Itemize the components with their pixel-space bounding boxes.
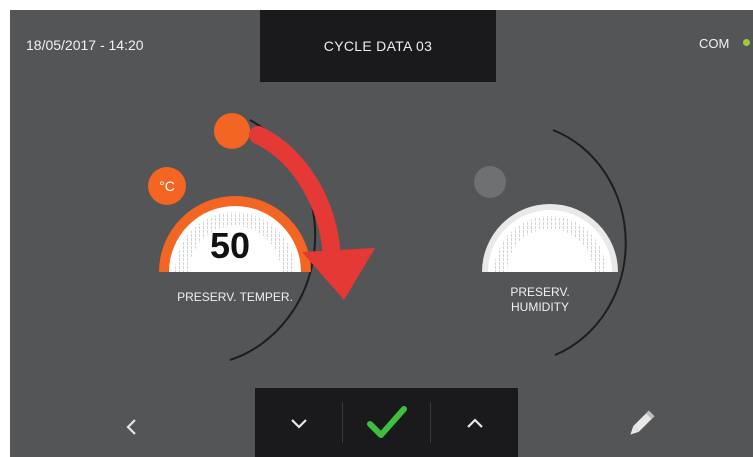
edit-button[interactable] [616,399,666,449]
temperature-drag-handle[interactable] [214,113,250,149]
decrease-button[interactable] [255,388,342,457]
screen: 18/05/2017 - 14:20 CYCLE DATA 03 COM °C … [10,10,753,457]
humidity-drag-handle[interactable] [474,166,506,198]
temperature-dial[interactable] [159,196,311,348]
chevron-left-icon [126,419,136,435]
pencil-icon [630,410,655,435]
back-button[interactable] [107,402,157,452]
humidity-label: PRESERV. HUMIDITY [510,285,570,314]
increase-button[interactable] [431,388,518,457]
checkmark-icon [366,405,407,438]
temperature-unit: °C [159,178,175,194]
temperature-value[interactable]: 50 [188,225,272,267]
humidity-dial[interactable] [482,204,618,340]
confirm-button[interactable] [343,388,430,457]
action-bar [255,388,518,457]
temperature-label: PRESERV. TEMPER. [177,290,293,304]
chevron-down-icon [290,418,307,429]
chevron-up-icon [466,417,483,428]
